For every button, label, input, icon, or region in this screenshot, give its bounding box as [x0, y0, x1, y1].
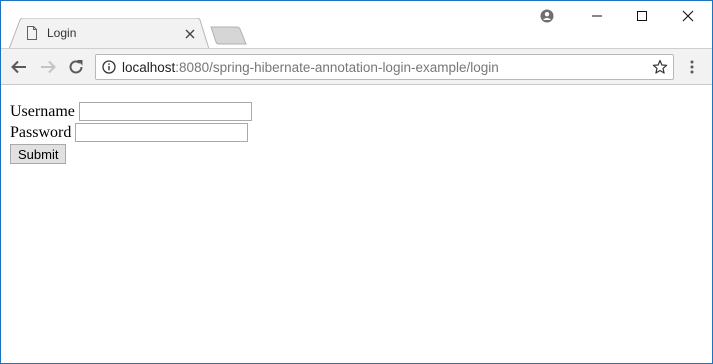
login-form: Username Password Submit: [10, 101, 252, 164]
tab-shape: [9, 18, 209, 49]
minimize-button[interactable]: [574, 1, 620, 31]
username-input[interactable]: [78, 102, 252, 121]
username-label: Username: [10, 102, 75, 120]
reload-icon: [69, 60, 83, 74]
page-content: Username Password Submit: [1, 85, 712, 363]
profile-button[interactable]: [524, 1, 570, 31]
reload-button[interactable]: [66, 57, 86, 77]
url-text[interactable]: localhost:8080/spring-hibernate-annotati…: [122, 60, 499, 75]
maximize-icon: [637, 11, 647, 21]
password-label: Password: [10, 123, 72, 141]
forward-button[interactable]: [38, 57, 58, 77]
maximize-button[interactable]: [619, 1, 665, 31]
page-icon: [26, 26, 38, 40]
bookmark-star-icon[interactable]: [652, 59, 668, 75]
password-row: Password: [10, 122, 252, 143]
back-button[interactable]: [9, 57, 29, 77]
password-input[interactable]: [75, 123, 249, 142]
submit-row: Submit: [10, 143, 252, 164]
minimize-icon: [592, 15, 602, 17]
address-bar[interactable]: localhost:8080/spring-hibernate-annotati…: [95, 54, 674, 80]
tab-strip: Login: [1, 1, 712, 49]
close-button[interactable]: [665, 1, 711, 31]
browser-toolbar: localhost:8080/spring-hibernate-annotati…: [1, 48, 712, 85]
kebab-menu-icon: [690, 60, 694, 74]
arrow-right-icon: [41, 60, 56, 74]
tab-login[interactable]: Login: [9, 18, 209, 49]
username-row: Username: [10, 101, 252, 122]
browser-window: Login localhost:8080/spring-hibernate-an…: [0, 0, 713, 364]
profile-icon: [540, 9, 554, 23]
tab-title: Login: [47, 26, 77, 40]
info-icon[interactable]: [102, 60, 116, 74]
browser-menu-button[interactable]: [685, 59, 699, 75]
arrow-left-icon: [11, 60, 26, 74]
url-path: :8080/spring-hibernate-annotation-login-…: [175, 60, 499, 75]
submit-button[interactable]: Submit: [10, 144, 67, 164]
close-icon: [682, 10, 694, 22]
new-tab-button[interactable]: [210, 26, 248, 45]
tab-close-icon[interactable]: [184, 27, 196, 39]
url-host: localhost: [122, 60, 176, 75]
